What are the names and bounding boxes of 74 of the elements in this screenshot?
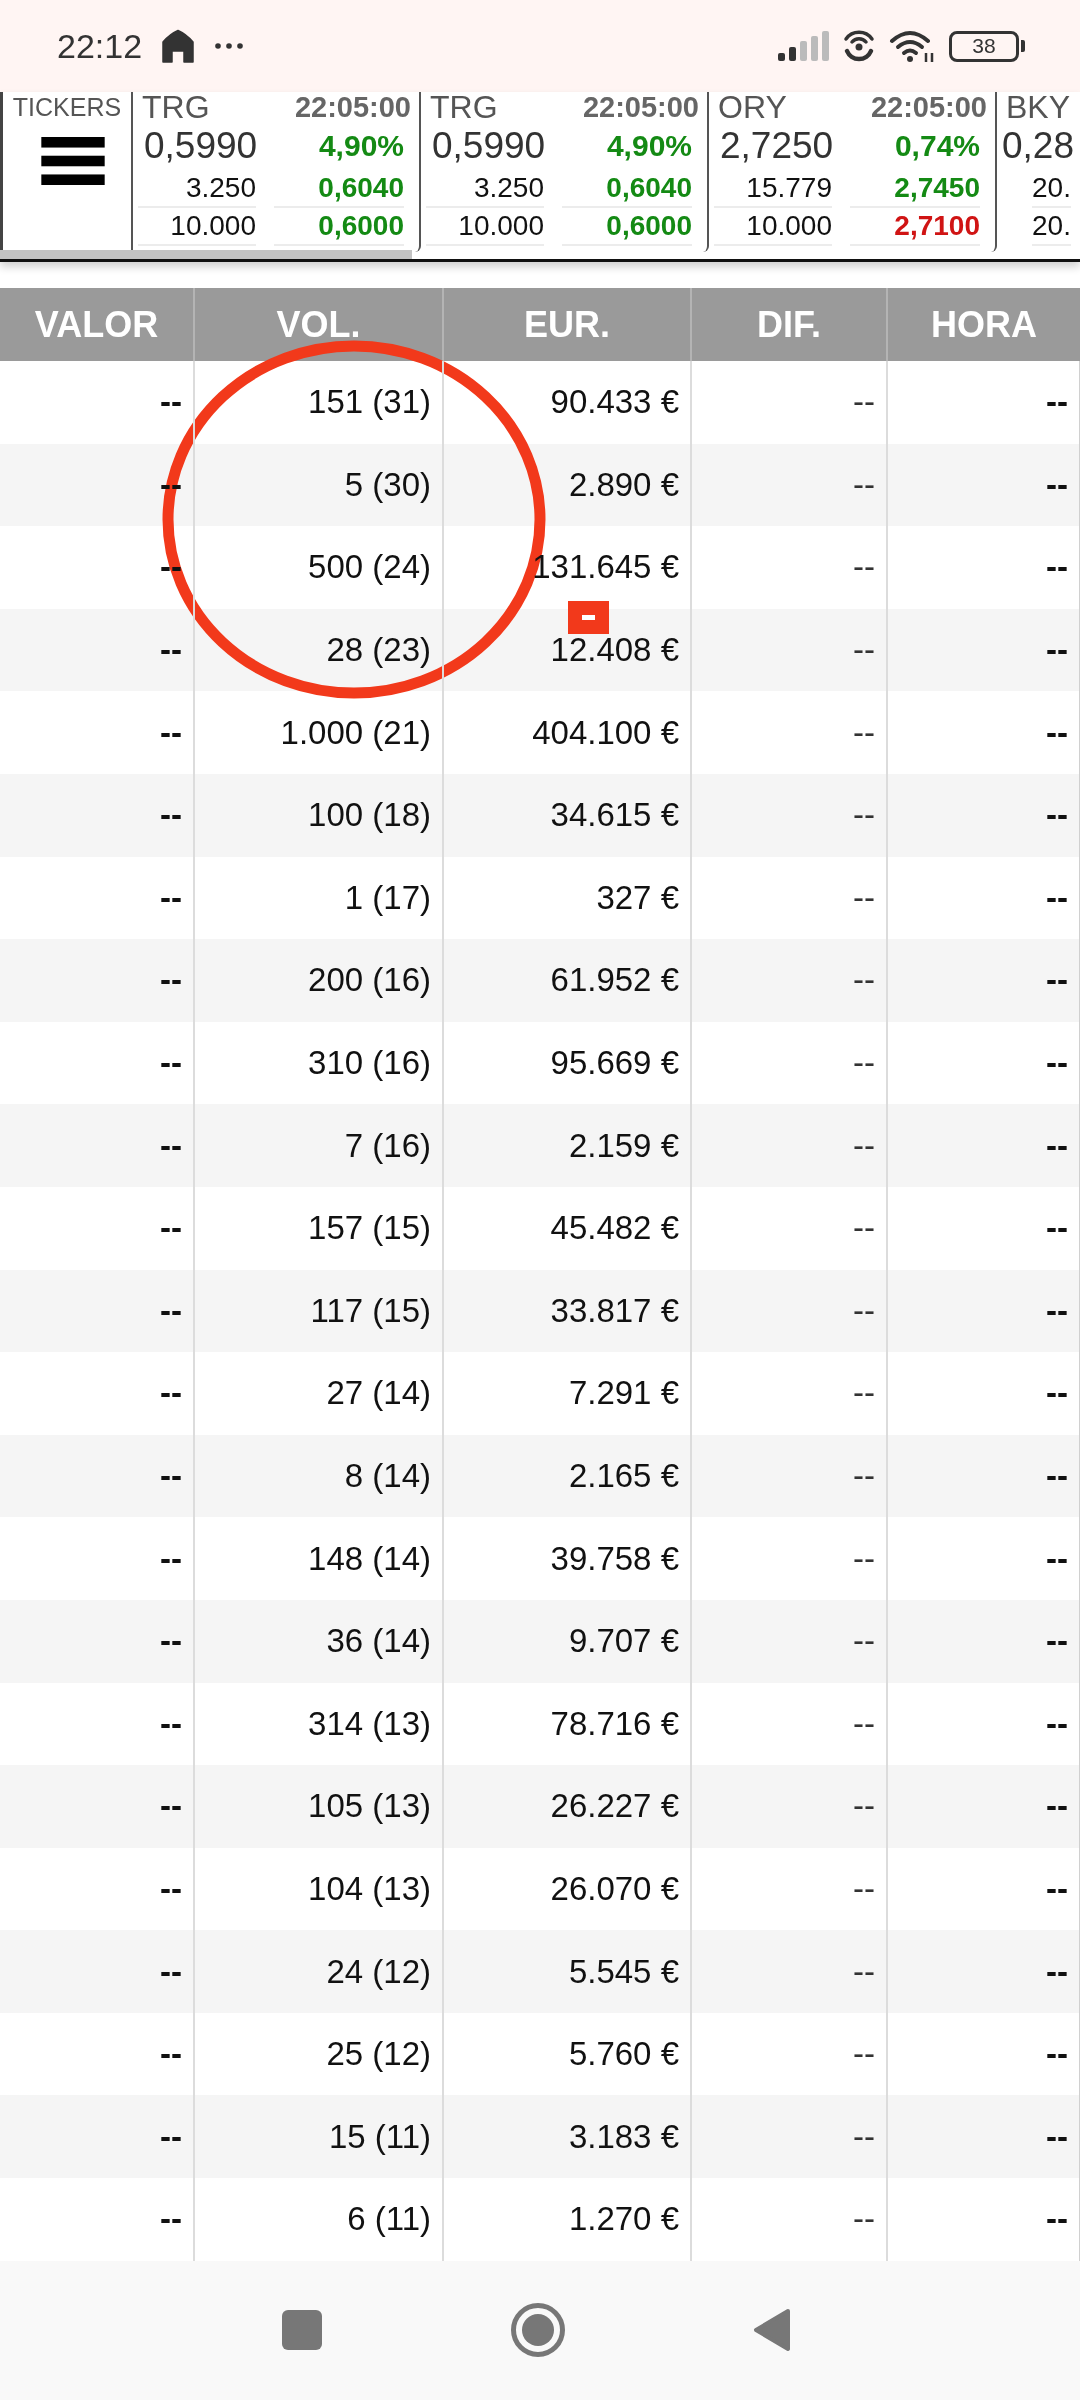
table-cell-text: -- — [159, 1043, 183, 1084]
ticker-time: 22:05:00 — [294, 92, 411, 122]
ticker-price: 0,5990 — [432, 124, 546, 168]
table-cell-text: -- — [159, 2199, 183, 2240]
table-cell-text: -- — [159, 712, 183, 753]
order-price: 0,6000 — [562, 208, 692, 246]
signal-icon — [778, 31, 829, 61]
ticker-price: 2,7250 — [720, 124, 834, 168]
order-price: 0,6000 — [274, 208, 404, 246]
table-row[interactable]: -- 8 (14) 2.165 € -- -- — [0, 1434, 1080, 1518]
hotspot-icon — [842, 30, 876, 62]
table-row[interactable]: -- 117 (15) 33.817 € -- -- — [0, 1269, 1080, 1353]
order-quantity: 20. — [1032, 170, 1071, 208]
ticker-symbol: BKY — [1006, 92, 1071, 122]
ticker-symbol: ORY — [718, 92, 787, 122]
ticker-change: 4,90% — [318, 128, 404, 164]
ticker-card[interactable]: TRG 22:05:00 0,5990 4,90% 3.250 0,6040 10.000 0,6000 — [421, 92, 709, 252]
table-cell-text: -- — [159, 1456, 183, 1496]
ticker-time: 22:05:00 — [582, 92, 699, 122]
order-quantity: 20. — [1032, 208, 1071, 246]
table-row[interactable]: -- 100 (18) 34.615 € -- -- — [0, 773, 1080, 857]
column-header: VALOR — [33, 302, 160, 347]
table-cell-text: -- — [159, 1703, 183, 1744]
ticker-price: 0,5990 — [144, 124, 258, 168]
order-price: 2,7100 — [850, 208, 980, 246]
table-row[interactable]: -- 15 (11) 3.183 € -- -- — [0, 2095, 1080, 2179]
ticker-card[interactable]: BKY 0,28 20. 20. — [997, 92, 1080, 252]
table-row[interactable]: -- 200 (16) 61.952 € -- -- — [0, 939, 1080, 1022]
ticker-time: 22:05:00 — [870, 92, 987, 122]
table-cell-text: -- — [159, 795, 183, 836]
table-cell-text: -- — [159, 1290, 183, 1331]
order-quantity: 10.000 — [714, 208, 832, 246]
battery-indicator: 38 — [949, 30, 1025, 62]
table-cell-text: -- — [159, 1869, 183, 1909]
table-cell-text: -- — [159, 2116, 183, 2157]
table-cell-text: -- — [159, 1621, 183, 1662]
order-quantity: 10.000 — [138, 208, 256, 246]
table-row[interactable]: -- 28 (23) 12.408 € -- -- — [0, 608, 1080, 692]
home-icon — [162, 29, 195, 63]
order-price: 0,6040 — [274, 170, 404, 208]
table-row[interactable]: -- 105 (13) 26.227 € -- -- — [0, 1765, 1080, 1848]
order-price: 2,7450 — [850, 170, 980, 208]
ticker-change: 4,90% — [606, 128, 692, 164]
square-icon[interactable] — [282, 2310, 322, 2351]
dots-icon — [214, 42, 245, 50]
ticker-symbol: TRG — [142, 92, 210, 122]
table-row[interactable]: -- 36 (14) 9.707 € -- -- — [0, 1599, 1080, 1683]
table-cell-text: -- — [159, 382, 183, 423]
ticker-card[interactable]: ORY 22:05:00 2,7250 0,74% 15.779 2,7450 10.000 2,7100 — [709, 92, 997, 252]
home-icon[interactable] — [511, 2303, 565, 2358]
table-cell-text: -- — [159, 1786, 183, 1827]
ticker-change: 0,74% — [894, 128, 980, 164]
table-cell-text: -- — [159, 630, 183, 671]
table-cell-text: -- — [159, 1125, 183, 1166]
status-time: 22:12 — [57, 26, 143, 66]
table-row[interactable]: -- 7 (16) 2.159 € -- -- — [0, 1104, 1080, 1187]
table-cell-text: -- — [159, 1538, 183, 1579]
order-quantity: 10.000 — [426, 208, 544, 246]
back-icon[interactable] — [753, 2308, 791, 2353]
table-cell-text: -- — [159, 1951, 183, 1992]
order-quantity: 3.250 — [426, 170, 544, 208]
ticker-symbol: TRG — [430, 92, 498, 122]
table-cell-text: -- — [159, 877, 183, 918]
wifi-icon — [889, 29, 936, 63]
order-price: 0,6040 — [562, 170, 692, 208]
ticker-price: 0,28 — [1002, 124, 1074, 168]
order-quantity: 3.250 — [138, 170, 256, 208]
table-row[interactable]: -- 24 (12) 5.545 € -- -- — [0, 1930, 1080, 2013]
order-quantity: 15.779 — [714, 170, 832, 208]
table-cell-text: -- — [159, 2034, 183, 2075]
table-cell-text: -- — [159, 1208, 183, 1249]
menu-icon[interactable] — [41, 137, 105, 185]
table-cell-text: -- — [159, 960, 183, 1001]
table-cell-text: -- — [159, 1373, 183, 1414]
